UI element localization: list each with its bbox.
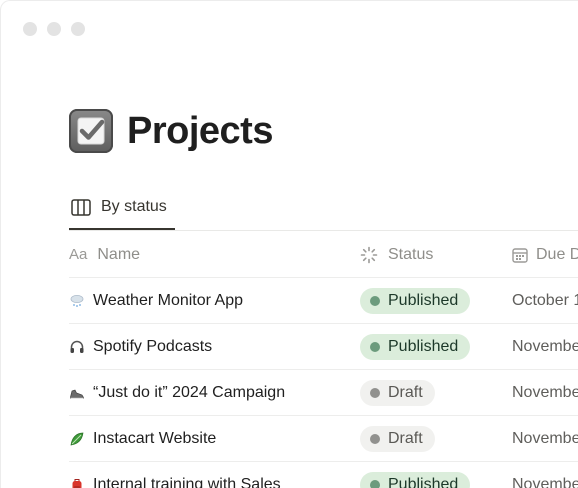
- sneaker-icon: [69, 385, 85, 401]
- row-name: Instacart Website: [93, 429, 217, 447]
- text-property-icon: Aa: [69, 246, 88, 263]
- row-status-cell[interactable]: Draft: [360, 425, 435, 452]
- status-header-label: Status: [388, 245, 434, 263]
- name-column-header[interactable]: Aa Name: [69, 246, 140, 264]
- app-window: Projects By status Aa Name Status Due D …: [0, 0, 578, 488]
- window-controls: [23, 22, 85, 36]
- row-name: Spotify Podcasts: [93, 337, 213, 355]
- status-dot: [370, 387, 380, 398]
- row-due-cell[interactable]: Novembe: [512, 338, 578, 356]
- due-date: October 1: [512, 291, 578, 309]
- row-due-cell[interactable]: Novembe: [512, 430, 578, 448]
- row-name-cell[interactable]: Instacart Website: [69, 430, 216, 448]
- leafy-green-icon: [69, 431, 85, 447]
- row-name-cell[interactable]: “Just do it” 2024 Campaign: [69, 384, 285, 402]
- table-row[interactable]: Spotify Podcasts Published Novembe: [69, 324, 578, 370]
- row-due-cell[interactable]: Novembe: [512, 476, 578, 488]
- checkbox-icon[interactable]: [69, 109, 113, 153]
- cloud-snow-icon: [69, 293, 85, 309]
- maximize-window-button[interactable]: [71, 22, 85, 36]
- row-due-cell[interactable]: October 1: [512, 292, 578, 310]
- status-dot: [370, 295, 380, 306]
- minimize-window-button[interactable]: [47, 22, 61, 36]
- status-column-header[interactable]: Status: [360, 246, 433, 264]
- row-name: “Just do it” 2024 Campaign: [93, 383, 286, 401]
- status-label: Published: [388, 337, 459, 355]
- tab-by-status[interactable]: By status: [71, 195, 167, 229]
- status-badge: Published: [360, 287, 471, 314]
- status-dot: [370, 433, 380, 444]
- calendar-icon: [512, 247, 528, 263]
- red-backpack-icon: [69, 477, 85, 488]
- table-row[interactable]: Instacart Website Draft Novembe: [69, 416, 578, 462]
- status-badge: Draft: [360, 379, 435, 406]
- due-date: Novembe: [512, 475, 578, 488]
- board-columns-icon: [71, 198, 91, 216]
- table-header-row: Aa Name Status Due D: [69, 232, 578, 278]
- headphones-icon: [69, 339, 85, 355]
- status-dot: [370, 479, 380, 488]
- projects-table: Aa Name Status Due D Weather Monitor App…: [69, 232, 578, 488]
- due-date-column-header[interactable]: Due D: [512, 246, 578, 264]
- status-spinner-icon: [360, 246, 378, 264]
- row-status-cell[interactable]: Draft: [360, 379, 435, 406]
- status-label: Draft: [388, 383, 423, 401]
- table-row[interactable]: Weather Monitor App Published October 1: [69, 278, 578, 324]
- row-name-cell[interactable]: Weather Monitor App: [69, 292, 243, 310]
- due-header-label: Due D: [536, 245, 578, 263]
- status-badge: Published: [360, 471, 471, 488]
- row-due-cell[interactable]: Novembe: [512, 384, 578, 402]
- row-status-cell[interactable]: Published: [360, 471, 471, 488]
- status-label: Draft: [388, 429, 423, 447]
- row-name-cell[interactable]: Spotify Podcasts: [69, 338, 212, 356]
- page-header: Projects: [69, 109, 273, 153]
- tabs-divider: [69, 230, 578, 231]
- row-name-cell[interactable]: Internal training with Sales: [69, 476, 281, 488]
- table-row[interactable]: “Just do it” 2024 Campaign Draft Novembe: [69, 370, 578, 416]
- due-date: Novembe: [512, 429, 578, 447]
- close-window-button[interactable]: [23, 22, 37, 36]
- row-status-cell[interactable]: Published: [360, 333, 471, 360]
- due-date: Novembe: [512, 337, 578, 355]
- status-label: Published: [388, 291, 459, 309]
- status-label: Published: [388, 475, 459, 488]
- row-name: Internal training with Sales: [93, 475, 281, 488]
- row-status-cell[interactable]: Published: [360, 287, 471, 314]
- tab-label: By status: [101, 198, 167, 215]
- due-date: Novembe: [512, 383, 578, 401]
- status-badge: Draft: [360, 425, 435, 452]
- name-header-label: Name: [97, 245, 141, 263]
- page-title[interactable]: Projects: [127, 110, 273, 153]
- row-name: Weather Monitor App: [93, 291, 244, 309]
- status-dot: [370, 341, 380, 352]
- table-row[interactable]: Internal training with Sales Published N…: [69, 462, 578, 488]
- status-badge: Published: [360, 333, 471, 360]
